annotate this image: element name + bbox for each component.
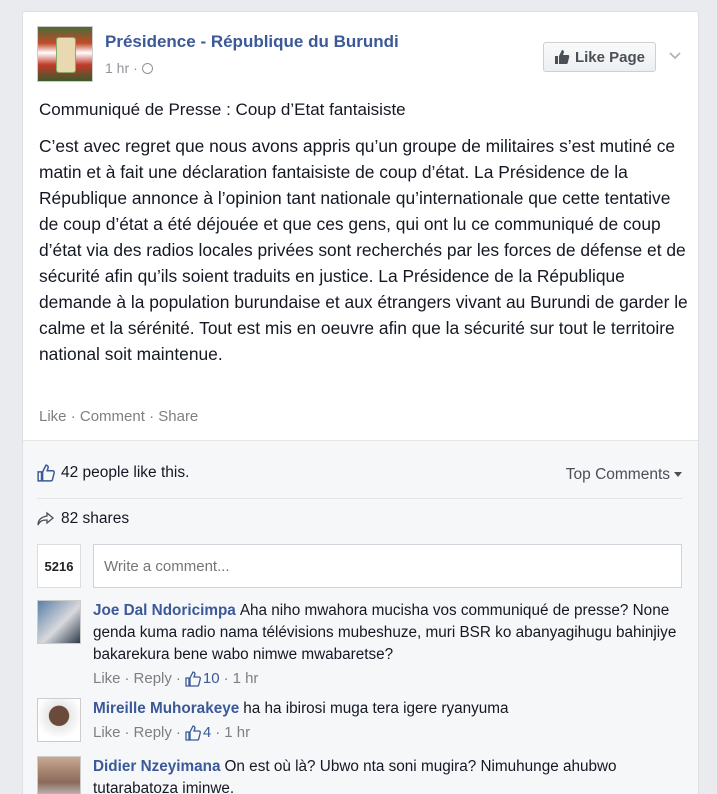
likes-summary: 42 people like this. — [37, 464, 189, 482]
shares-summary: 82 shares — [37, 510, 129, 528]
like-link[interactable]: Like — [39, 408, 67, 425]
thumb-up-icon — [185, 671, 201, 687]
comment-like-link[interactable]: Like — [93, 668, 121, 690]
share-arrow-icon — [37, 511, 55, 526]
commenter-avatar[interactable] — [37, 698, 81, 742]
comment-actions: Like · Reply · 4 · 1 hr — [93, 722, 682, 744]
feedback-section: 42 people like this. Top Comments 82 sha… — [23, 440, 698, 794]
action-dot: · — [70, 408, 76, 425]
comment-body: Mireille Muhorakeye ha ha ibirosi muga te… — [93, 698, 682, 744]
comment-composer: 5216 — [37, 544, 682, 588]
chevron-down-icon[interactable] — [668, 48, 682, 62]
commenter-avatar[interactable] — [37, 756, 81, 794]
shares-count-link[interactable]: 82 shares — [61, 510, 129, 528]
like-page-button[interactable]: Like Page — [542, 42, 656, 72]
comment-link[interactable]: Comment — [80, 408, 145, 425]
thumb-up-icon — [185, 725, 201, 741]
share-link[interactable]: Share — [158, 408, 198, 425]
coat-of-arms-icon — [56, 37, 76, 73]
thumb-up-icon — [554, 50, 570, 64]
comment-body: Joe Dal Ndoricimpa Aha niho mwahora mucis… — [93, 600, 682, 690]
commenter-avatar[interactable] — [37, 600, 81, 644]
comment-time[interactable]: 1 hr — [224, 722, 250, 744]
comment-author[interactable]: Mireille Muhorakeye — [93, 700, 239, 717]
divider — [23, 440, 698, 441]
comment-input[interactable] — [93, 544, 682, 588]
comment-body: Didier Nzeyimana On est où là? Ubwo nta s… — [93, 756, 682, 794]
comment-reply-link[interactable]: Reply — [134, 722, 172, 744]
comment-like-count[interactable]: 4 — [185, 722, 211, 744]
comment-like-count[interactable]: 10 — [185, 668, 220, 690]
comment-actions: Like · Reply · 10 · 1 hr — [93, 668, 682, 690]
comment-author[interactable]: Joe Dal Ndoricimpa — [93, 602, 236, 619]
comment-like-link[interactable]: Like — [93, 722, 121, 744]
post-body: C’est avec regret que nous avons appris … — [39, 136, 688, 364]
divider — [37, 498, 682, 499]
post-header: Présidence - République du Burundi 1 hr … — [37, 26, 688, 86]
comment-reply-link[interactable]: Reply — [134, 668, 172, 690]
top-comments-dropdown[interactable]: Top Comments — [566, 466, 682, 484]
likes-count-link[interactable]: 42 people like this. — [61, 464, 189, 482]
top-comments-label: Top Comments — [565, 466, 670, 483]
thumb-up-icon — [37, 464, 55, 482]
page-name-link[interactable]: Présidence - République du Burundi — [105, 32, 399, 52]
comment-text: ha ha ibirosi muga tera igere ryanyuma — [243, 700, 509, 717]
post-meta: 1 hr · — [105, 60, 153, 76]
comment-author[interactable]: Didier Nzeyimana — [93, 758, 221, 775]
user-avatar: 5216 — [37, 544, 81, 588]
comment-time[interactable]: 1 hr — [233, 668, 259, 690]
post-card: Présidence - République du Burundi 1 hr … — [22, 11, 699, 794]
post-title: Communiqué de Presse : Coup d’Etat fanta… — [39, 100, 406, 119]
globe-icon — [141, 62, 153, 74]
caret-down-icon — [674, 472, 682, 477]
post-actions: Like · Comment · Share — [39, 408, 198, 425]
page-avatar[interactable] — [37, 26, 93, 82]
like-page-label: Like Page — [574, 48, 645, 66]
action-dot: · — [149, 408, 155, 425]
post-time[interactable]: 1 hr — [105, 60, 129, 76]
meta-separator: · — [133, 60, 138, 76]
